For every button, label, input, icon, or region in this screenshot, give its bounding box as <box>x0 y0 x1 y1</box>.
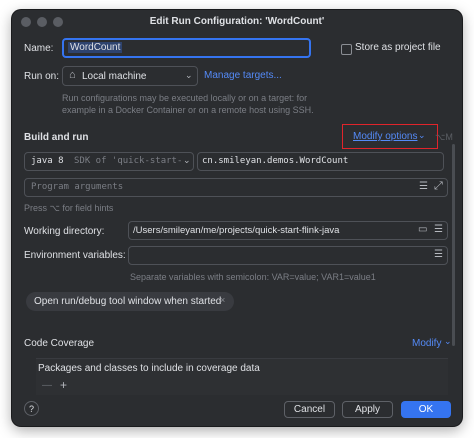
open-tool-window-chip-label: Open run/debug tool window when started <box>34 296 222 307</box>
run-on-hint-line2: example in a Docker Container or on a re… <box>62 105 314 115</box>
name-label: Name: <box>24 43 54 54</box>
vertical-scrollbar[interactable] <box>452 144 455 346</box>
chevron-down-icon: ⌄ <box>185 70 193 80</box>
chevron-down-icon: ⌄ <box>444 336 452 346</box>
jdk-dropdown[interactable]: java 8 SDK of 'quick-start- ⌄ <box>24 152 194 171</box>
working-directory-value: /Users/smileyan/me/projects/quick-start-… <box>133 225 340 236</box>
run-on-selected: Local machine <box>82 71 147 82</box>
environment-variables-hint: Separate variables with semicolon: VAR=v… <box>130 272 376 282</box>
modify-options-link[interactable]: Modify options <box>353 131 417 142</box>
coverage-packages-panel: Packages and classes to include in cover… <box>36 358 448 395</box>
code-coverage-section-title: Code Coverage <box>24 338 95 349</box>
expand-icon[interactable]: ⤢ <box>434 180 443 193</box>
run-on-label: Run on: <box>24 71 60 82</box>
list-icon[interactable]: ☰ <box>434 249 443 260</box>
remove-icon[interactable]: — <box>42 380 52 391</box>
open-tool-window-chip[interactable]: Open run/debug tool window when started … <box>26 292 234 311</box>
working-directory-label: Working directory: <box>24 226 105 237</box>
modify-options-shortcut: ⌥M <box>435 132 453 142</box>
help-button[interactable]: ? <box>24 401 39 416</box>
store-as-project-file-checkbox[interactable] <box>341 44 352 55</box>
list-icon[interactable]: ☰ <box>434 224 443 235</box>
environment-variables-label: Environment variables: <box>24 250 126 261</box>
program-arguments-placeholder: Program arguments <box>31 182 124 192</box>
folder-icon[interactable]: ▭ <box>418 224 427 235</box>
cancel-button[interactable]: Cancel <box>284 401 335 418</box>
main-class-input[interactable]: cn.smileyan.demos.WordCount <box>197 152 444 171</box>
ok-button[interactable]: OK <box>401 401 451 418</box>
apply-button[interactable]: Apply <box>342 401 393 418</box>
main-class-value: cn.smileyan.demos.WordCount <box>202 156 349 166</box>
store-as-project-file-label[interactable]: Store as project file <box>355 42 441 53</box>
working-directory-input[interactable]: /Users/smileyan/me/projects/quick-start-… <box>128 221 448 240</box>
jdk-version: java 8 <box>31 156 64 166</box>
name-input-value: WordCount <box>68 42 123 53</box>
add-icon[interactable]: + <box>60 378 67 392</box>
list-icon[interactable]: ☰ <box>419 181 428 192</box>
field-hints-text: Press ⌥ for field hints <box>24 203 114 213</box>
coverage-packages-label: Packages and classes to include in cover… <box>38 363 260 374</box>
name-input[interactable]: WordCount <box>62 38 311 58</box>
build-run-section-title: Build and run <box>24 132 89 143</box>
program-arguments-input[interactable]: Program arguments ☰ ⤢ <box>24 178 448 197</box>
window-title: Edit Run Configuration: 'WordCount' <box>149 16 325 27</box>
home-icon: ⌂ <box>69 69 76 81</box>
run-on-hint-line1: Run configurations may be executed local… <box>62 93 308 103</box>
close-icon[interactable]: × <box>220 295 225 305</box>
run-config-dialog: Edit Run Configuration: 'WordCount' Name… <box>12 10 462 426</box>
environment-variables-input[interactable]: ☰ <box>128 246 448 265</box>
jdk-description: SDK of 'quick-start- <box>74 156 183 166</box>
chevron-down-icon: ⌄ <box>183 155 191 165</box>
chevron-down-icon: ⌄ <box>418 130 426 140</box>
run-on-dropdown[interactable]: ⌂ Local machine ⌄ <box>62 66 198 86</box>
manage-targets-link[interactable]: Manage targets... <box>204 70 282 81</box>
help-icon: ? <box>28 403 34 414</box>
coverage-modify-link[interactable]: Modify <box>412 338 441 349</box>
